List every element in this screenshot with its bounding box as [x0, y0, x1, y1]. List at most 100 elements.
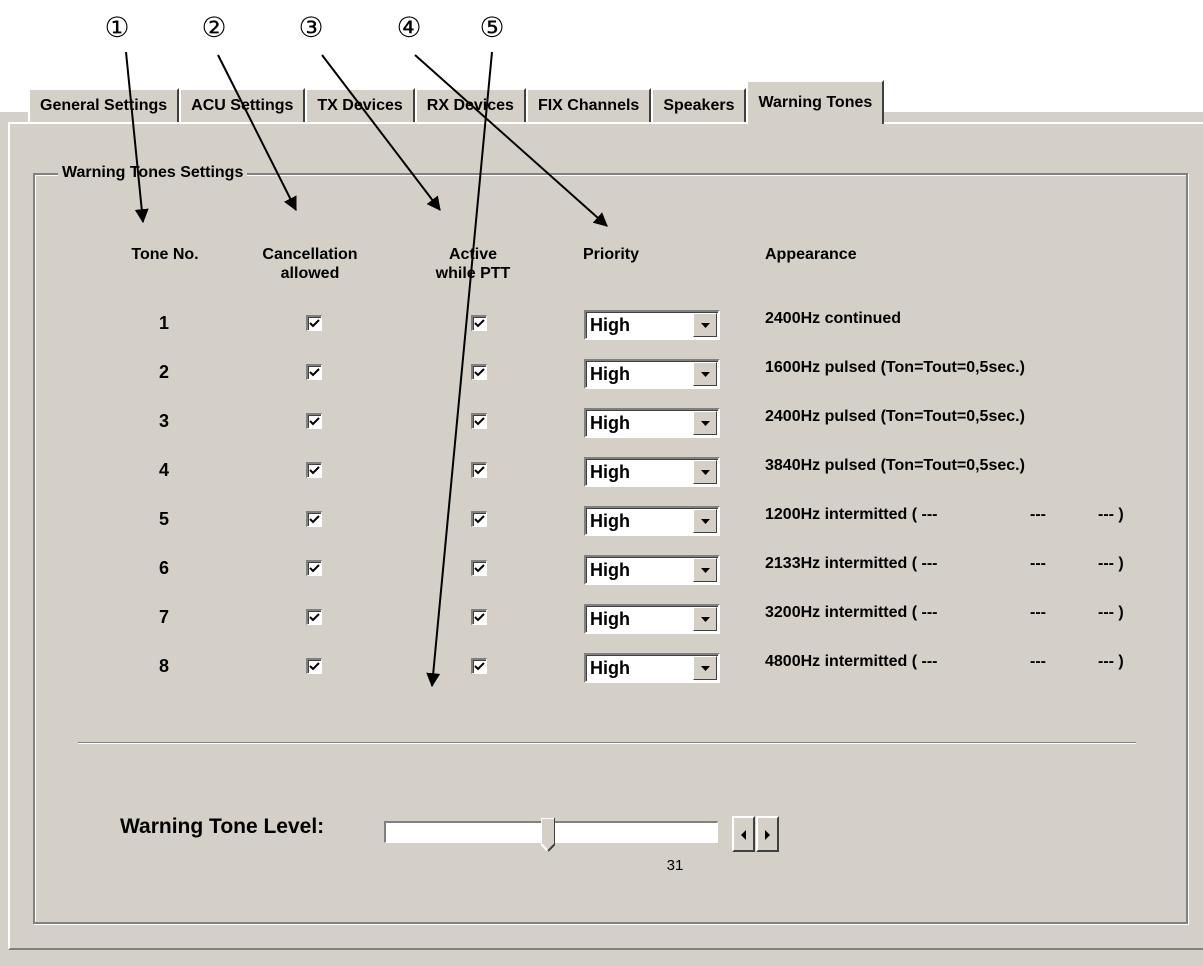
callout-3: ③	[298, 11, 324, 44]
appearance-dash-end: --- )	[1098, 555, 1124, 572]
priority-select[interactable]: High	[584, 506, 720, 536]
priority-value: High	[590, 658, 630, 678]
chevron-down-icon	[701, 666, 710, 671]
checkmark-icon	[474, 613, 485, 622]
appearance-dash-end: --- )	[1098, 604, 1124, 621]
priority-value: High	[590, 364, 630, 384]
cancellation-allowed-checkbox[interactable]	[306, 364, 322, 380]
appearance-dash-mid: ---	[1030, 506, 1046, 523]
priority-value: High	[590, 462, 630, 482]
header-active-while-ptt: Active while PTT	[435, 246, 511, 282]
checkmark-icon	[309, 368, 320, 377]
chevron-down-icon	[701, 470, 710, 475]
priority-select[interactable]: High	[584, 457, 720, 487]
chevron-down-icon	[701, 519, 710, 524]
tab-speakers[interactable]: Speakers	[651, 88, 747, 122]
priority-select[interactable]: High	[584, 408, 720, 438]
tab-rx-devices[interactable]: RX Devices	[414, 88, 526, 122]
tone-number: 4	[158, 460, 169, 480]
priority-dropdown-button[interactable]	[693, 313, 717, 337]
cancellation-allowed-checkbox[interactable]	[306, 658, 322, 674]
appearance-dash-mid: ---	[1030, 555, 1046, 572]
priority-select[interactable]: High	[584, 653, 720, 683]
divider	[78, 742, 1136, 744]
callout-5: ⑤	[479, 11, 505, 44]
cancellation-allowed-checkbox[interactable]	[306, 462, 322, 478]
checkmark-icon	[309, 515, 320, 524]
priority-select[interactable]: High	[584, 310, 720, 340]
checkmark-icon	[309, 417, 320, 426]
tab-tx-devices[interactable]: TX Devices	[305, 88, 415, 122]
header-priority: Priority	[583, 246, 640, 263]
groupbox-title: Warning Tones Settings	[58, 160, 248, 186]
priority-dropdown-button[interactable]	[693, 460, 717, 484]
tab-warning-tones[interactable]: Warning Tones	[746, 80, 885, 124]
callout-2: ②	[201, 11, 227, 44]
chevron-down-icon	[701, 372, 710, 377]
priority-select[interactable]: High	[584, 555, 720, 585]
priority-dropdown-button[interactable]	[693, 509, 717, 533]
checkmark-icon	[309, 564, 320, 573]
cancellation-allowed-checkbox[interactable]	[306, 413, 322, 429]
cancellation-allowed-checkbox[interactable]	[306, 560, 322, 576]
cancellation-allowed-checkbox[interactable]	[306, 315, 322, 331]
header-appearance: Appearance	[765, 246, 857, 263]
tone-number: 8	[158, 656, 169, 676]
priority-dropdown-button[interactable]	[693, 411, 717, 435]
priority-dropdown-button[interactable]	[693, 362, 717, 386]
chevron-down-icon	[701, 421, 710, 426]
checkmark-icon	[474, 368, 485, 377]
level-decrease-button[interactable]	[732, 816, 755, 852]
tab-fix-channels[interactable]: FIX Channels	[525, 88, 652, 122]
active-while-ptt-checkbox[interactable]	[471, 364, 487, 380]
priority-value: High	[590, 413, 630, 433]
checkmark-icon	[474, 564, 485, 573]
appearance-dash-mid: ---	[1030, 604, 1046, 621]
screenshot-stage: ① ② ③ ④ ⑤ General Settings ACU Settings TX…	[0, 0, 1203, 966]
tone-number: 1	[158, 313, 169, 333]
checkmark-icon	[309, 662, 320, 671]
header-cancellation-allowed: Cancellation allowed	[262, 246, 358, 282]
appearance-dash-end: --- )	[1098, 653, 1124, 670]
checkmark-icon	[474, 662, 485, 671]
priority-select[interactable]: High	[584, 604, 720, 634]
active-while-ptt-checkbox[interactable]	[471, 658, 487, 674]
active-while-ptt-checkbox[interactable]	[471, 413, 487, 429]
callout-1: ①	[104, 11, 130, 44]
appearance-text: 2133Hz intermitted ( ---	[765, 555, 938, 572]
chevron-down-icon	[701, 323, 710, 328]
priority-dropdown-button[interactable]	[693, 558, 717, 582]
checkmark-icon	[474, 515, 485, 524]
appearance-text: 3200Hz intermitted ( ---	[765, 604, 938, 621]
checkmark-icon	[474, 417, 485, 426]
priority-value: High	[590, 609, 630, 629]
checkmark-icon	[309, 613, 320, 622]
chevron-down-icon	[701, 568, 710, 573]
appearance-text: 2400Hz continued	[765, 310, 902, 327]
active-while-ptt-checkbox[interactable]	[471, 315, 487, 331]
level-increase-button[interactable]	[756, 816, 779, 852]
priority-dropdown-button[interactable]	[693, 607, 717, 631]
appearance-text: 4800Hz intermitted ( ---	[765, 653, 938, 670]
checkmark-icon	[474, 319, 485, 328]
arrow-left-icon	[741, 830, 746, 840]
cancellation-allowed-checkbox[interactable]	[306, 609, 322, 625]
priority-select[interactable]: High	[584, 359, 720, 389]
arrow-right-icon	[765, 830, 770, 840]
checkmark-icon	[309, 319, 320, 328]
active-while-ptt-checkbox[interactable]	[471, 511, 487, 527]
appearance-text: 3840Hz pulsed (Ton=Tout=0,5sec.)	[765, 457, 1025, 474]
cancellation-allowed-checkbox[interactable]	[306, 511, 322, 527]
priority-dropdown-button[interactable]	[693, 656, 717, 680]
tab-general-settings[interactable]: General Settings	[28, 88, 180, 122]
appearance-dash-mid: ---	[1030, 653, 1046, 670]
tone-number: 3	[158, 411, 169, 431]
active-while-ptt-checkbox[interactable]	[471, 560, 487, 576]
slider-thumb-icon	[539, 817, 556, 852]
warning-tone-level-label: Warning Tone Level:	[120, 815, 325, 838]
warning-tone-level-slider-thumb[interactable]	[539, 817, 556, 852]
active-while-ptt-checkbox[interactable]	[471, 609, 487, 625]
tone-number: 5	[158, 509, 169, 529]
active-while-ptt-checkbox[interactable]	[471, 462, 487, 478]
tab-acu-settings[interactable]: ACU Settings	[179, 88, 306, 122]
